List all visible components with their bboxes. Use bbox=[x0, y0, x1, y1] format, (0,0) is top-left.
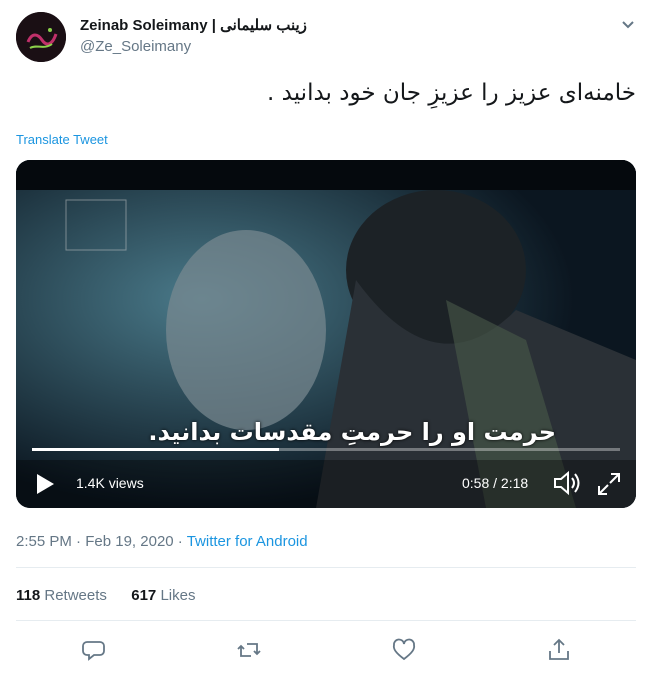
author-handle[interactable]: @Ze_Soleimany bbox=[80, 38, 191, 55]
tweet-time[interactable]: 2:55 PM bbox=[16, 533, 72, 550]
tweet-stats: 118 Retweets 617 Likes bbox=[16, 587, 195, 604]
retweet-icon[interactable] bbox=[236, 637, 262, 663]
fullscreen-icon[interactable] bbox=[596, 471, 622, 497]
likes-stat[interactable]: 617 Likes bbox=[131, 587, 195, 604]
likes-count: 617 bbox=[131, 587, 157, 604]
divider bbox=[16, 567, 636, 568]
share-icon[interactable] bbox=[546, 637, 572, 663]
meta-separator: · bbox=[177, 533, 183, 550]
video-progress-fill bbox=[32, 448, 279, 451]
retweets-label: Retweets bbox=[44, 587, 107, 604]
tweet-date[interactable]: Feb 19, 2020 bbox=[85, 533, 173, 550]
avatar-image bbox=[16, 12, 66, 62]
translate-tweet-link[interactable]: Translate Tweet bbox=[16, 132, 108, 147]
chevron-down-icon[interactable] bbox=[618, 14, 638, 34]
author-name[interactable]: Zeinab Soleimany | زینب سلیمانی bbox=[80, 16, 307, 34]
play-icon[interactable] bbox=[34, 472, 56, 496]
likes-label: Likes bbox=[160, 587, 196, 604]
retweets-count: 118 bbox=[16, 587, 41, 604]
reply-icon[interactable] bbox=[81, 637, 107, 663]
video-player[interactable]: حرمت او را حرمتِ مقدسات بدانید. 1.4K vie… bbox=[16, 160, 636, 508]
divider bbox=[16, 620, 636, 621]
video-time: 0:58 / 2:18 bbox=[462, 475, 529, 491]
video-progress-bar[interactable] bbox=[32, 448, 620, 451]
like-icon[interactable] bbox=[391, 637, 417, 663]
tweet-source-link[interactable]: Twitter for Android bbox=[187, 533, 308, 550]
video-views: 1.4K views bbox=[76, 475, 144, 491]
tweet-meta: 2:55 PM · Feb 19, 2020 · Twitter for And… bbox=[16, 533, 308, 550]
avatar[interactable] bbox=[16, 12, 66, 62]
meta-separator: · bbox=[76, 533, 82, 550]
volume-icon[interactable] bbox=[552, 469, 582, 497]
tweet-text: خامنه‌ای عزیز را عزیزِ جان خود بدانید . bbox=[267, 80, 636, 106]
retweets-stat[interactable]: 118 Retweets bbox=[16, 587, 107, 604]
video-frame bbox=[16, 160, 636, 508]
video-subtitle: حرمت او را حرمتِ مقدسات بدانید. bbox=[148, 418, 556, 446]
